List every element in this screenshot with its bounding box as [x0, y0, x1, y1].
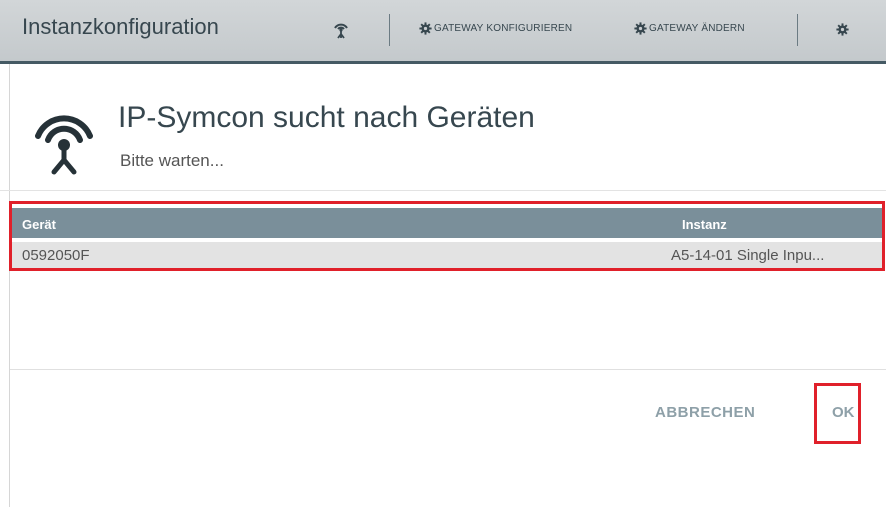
- toolbar-separator: [797, 14, 798, 46]
- divider: [0, 190, 886, 191]
- window-title: Instanzkonfiguration: [22, 14, 219, 39]
- title-bar: Instanzkonfiguration GATEWAY KONFIGURIER…: [0, 0, 886, 64]
- dialog-heading: IP-Symcon sucht nach Geräten: [118, 101, 535, 134]
- gateway-change-button[interactable]: GATEWAY ÄNDERN: [634, 22, 745, 35]
- gateway-configure-button[interactable]: GATEWAY KONFIGURIEREN: [419, 22, 572, 35]
- gear-icon[interactable]: [836, 23, 849, 36]
- wifi-search-icon: [35, 115, 93, 175]
- table-highlight-box: [9, 201, 885, 271]
- divider: [10, 369, 886, 370]
- antenna-icon[interactable]: [331, 20, 351, 40]
- toolbar-separator: [389, 14, 390, 46]
- ok-highlight-box: [814, 383, 861, 444]
- dialog-left-border: [9, 64, 10, 507]
- gateway-configure-label: GATEWAY KONFIGURIEREN: [434, 23, 573, 34]
- gear-icon: [419, 22, 432, 35]
- cancel-button[interactable]: ABBRECHEN: [655, 404, 755, 421]
- gateway-change-label: GATEWAY ÄNDERN: [649, 23, 745, 34]
- gear-icon: [634, 22, 647, 35]
- status-text: Bitte warten...: [120, 151, 224, 170]
